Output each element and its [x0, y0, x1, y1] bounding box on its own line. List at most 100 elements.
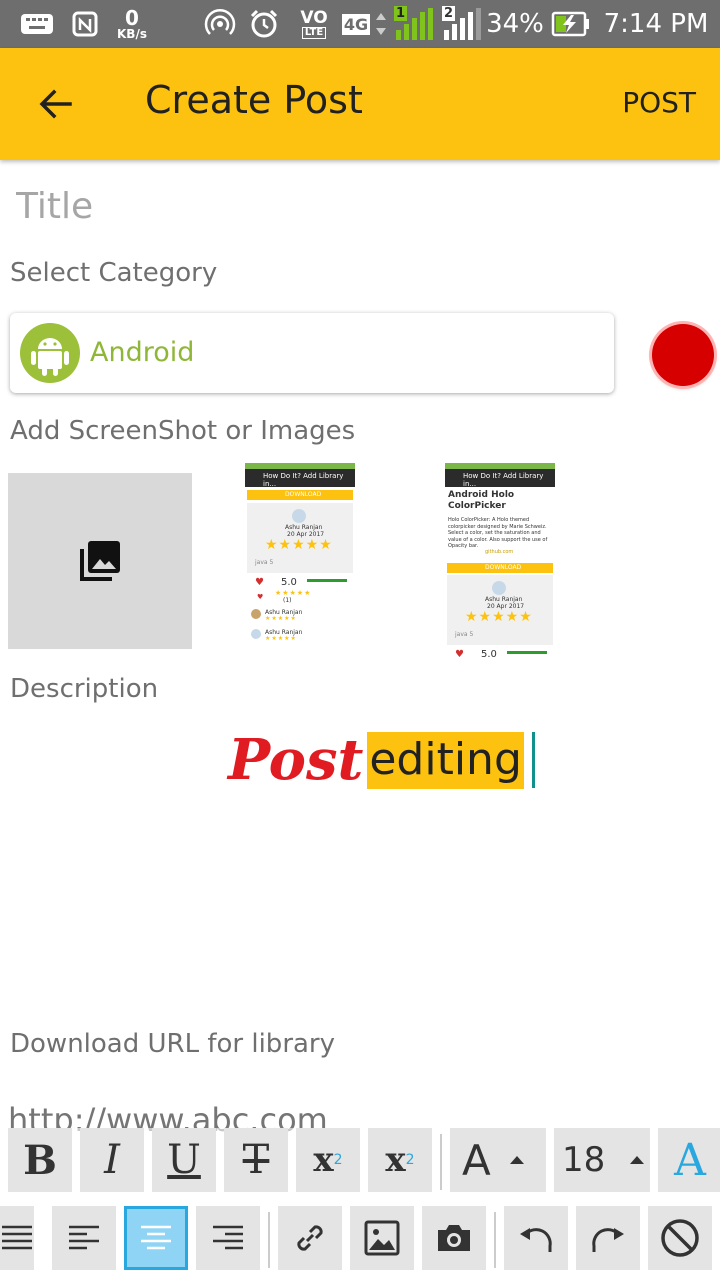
category-value: Android: [90, 337, 195, 368]
images-label: Add ScreenShot or Images: [10, 416, 356, 446]
record-button[interactable]: [652, 324, 714, 386]
camera-icon: [438, 1225, 470, 1251]
description-highlighted-word: editing: [367, 731, 524, 789]
description-script-word: Post: [228, 727, 364, 793]
net-speed-value: 0: [125, 6, 139, 30]
format-toolbar: B I U T x2 x2 A 18 A: [0, 1128, 720, 1196]
text-caret: [531, 732, 535, 788]
thumb-stars: ★★★★★: [465, 609, 533, 625]
thumb-appbar-text: How Do It? Add Library in...: [263, 472, 344, 488]
text-color-label: A: [674, 1134, 706, 1186]
thumb-appbar-text: How Do It? Add Library in...: [463, 472, 544, 488]
align-right-button[interactable]: [196, 1206, 260, 1270]
thumb-body: Holo ColorPicker: A Holo themed colorpic…: [448, 517, 548, 549]
heart-icon: ♥: [455, 649, 464, 659]
insert-image-button[interactable]: [350, 1206, 414, 1270]
redo-icon: [592, 1228, 624, 1252]
image-thumbnail[interactable]: How Do It? Add Library in... DOWNLOAD As…: [245, 463, 355, 659]
thumb-rating-count: (1): [283, 597, 292, 604]
app-bar: Create Post POST: [0, 48, 720, 160]
caret-up-icon: [630, 1156, 645, 1164]
align-center-icon: [141, 1225, 171, 1250]
net-speed-unit: KB/s: [117, 27, 147, 41]
thumb-tag: java 5: [455, 631, 474, 638]
thumb-button-text: DOWNLOAD: [285, 491, 322, 498]
nfc-icon: [68, 0, 102, 48]
add-image-button[interactable]: [8, 473, 192, 649]
battery-level: 34%: [484, 0, 546, 48]
photo-library-icon: [80, 541, 120, 581]
insert-link-button[interactable]: [278, 1206, 342, 1270]
format-toolbar-secondary: [0, 1206, 720, 1274]
category-select[interactable]: Android: [10, 313, 614, 393]
sim1-badge: 1: [394, 6, 408, 21]
lte-badge: LTE: [301, 26, 327, 39]
justify-button[interactable]: [0, 1206, 34, 1270]
net-speed: 0 KB/s: [112, 0, 152, 48]
thumb-name: Ashu Ranjan: [485, 596, 523, 603]
category-label: Select Category: [10, 258, 218, 288]
bold-label: B: [23, 1136, 57, 1184]
android-icon: [20, 323, 80, 383]
description-editor[interactable]: Post editing: [228, 720, 535, 800]
data-arrows-icon: [374, 0, 388, 48]
align-left-button[interactable]: [52, 1206, 116, 1270]
volte-icon: VO LTE: [296, 0, 332, 48]
hotspot-icon: [200, 0, 240, 48]
description-label: Description: [10, 674, 159, 704]
align-left-icon: [69, 1225, 99, 1250]
thumb-rating: 5.0: [481, 649, 497, 659]
thumb-rating: 5.0: [281, 577, 297, 588]
clear-format-button[interactable]: [648, 1206, 712, 1270]
superscript-button[interactable]: x2: [296, 1128, 360, 1192]
italic-label: I: [104, 1137, 120, 1183]
font-family-label: A: [462, 1135, 491, 1185]
italic-button[interactable]: I: [80, 1128, 144, 1192]
font-family-button[interactable]: A: [450, 1128, 546, 1192]
signal-icon: 1: [392, 0, 434, 48]
thumb-name: Ashu Ranjan: [285, 524, 323, 531]
align-center-button[interactable]: [124, 1206, 188, 1270]
network-type: 4G: [338, 0, 374, 48]
underline-label: U: [167, 1137, 201, 1183]
avatar: [492, 581, 506, 595]
thumb-heading: Android Holo ColorPicker: [448, 490, 515, 511]
thumb-link: github.com: [485, 549, 514, 555]
superscript-label: x: [313, 1140, 334, 1180]
post-button[interactable]: POST: [622, 86, 696, 119]
camera-button[interactable]: [422, 1206, 486, 1270]
heart-icon: ♥: [255, 577, 264, 588]
strikethrough-button[interactable]: T: [224, 1128, 288, 1192]
link-icon: [297, 1225, 323, 1251]
subscript-button[interactable]: x2: [368, 1128, 432, 1192]
bold-button[interactable]: B: [8, 1128, 72, 1192]
strikethrough-label: T: [242, 1137, 270, 1183]
text-color-button[interactable]: A: [658, 1128, 720, 1192]
time-text: 7:14 PM: [603, 9, 709, 39]
thumb-button-text: DOWNLOAD: [485, 564, 522, 571]
thumb-stars: ★★★★★: [265, 537, 333, 553]
back-button[interactable]: [28, 76, 84, 132]
sim2-badge: 2: [442, 6, 456, 21]
image-thumbnail[interactable]: How Do It? Add Library in... Android Hol…: [445, 463, 555, 659]
thumb-tag: java 5: [255, 559, 274, 566]
page-title: Create Post: [145, 78, 363, 122]
status-bar: 0 KB/s VO LTE 4G 1 2 34% 7:14 PM: [0, 0, 720, 48]
image-icon: [364, 1220, 400, 1256]
font-size-button[interactable]: 18: [554, 1128, 650, 1192]
network-type-label: 4G: [341, 13, 371, 35]
superscript-mark: 2: [333, 1152, 343, 1168]
signal-icon: 2: [440, 0, 482, 48]
title-input[interactable]: [16, 178, 706, 234]
undo-button[interactable]: [504, 1206, 568, 1270]
clock: 7:14 PM: [600, 0, 712, 48]
arrow-left-icon: [39, 89, 72, 119]
battery-charging-icon: [550, 0, 592, 48]
clear-format-icon: [661, 1219, 699, 1257]
undo-icon: [520, 1228, 552, 1252]
alarm-icon: [244, 0, 284, 48]
justify-icon: [2, 1225, 32, 1250]
underline-button[interactable]: U: [152, 1128, 216, 1192]
redo-button[interactable]: [576, 1206, 640, 1270]
caret-up-icon: [509, 1156, 524, 1164]
